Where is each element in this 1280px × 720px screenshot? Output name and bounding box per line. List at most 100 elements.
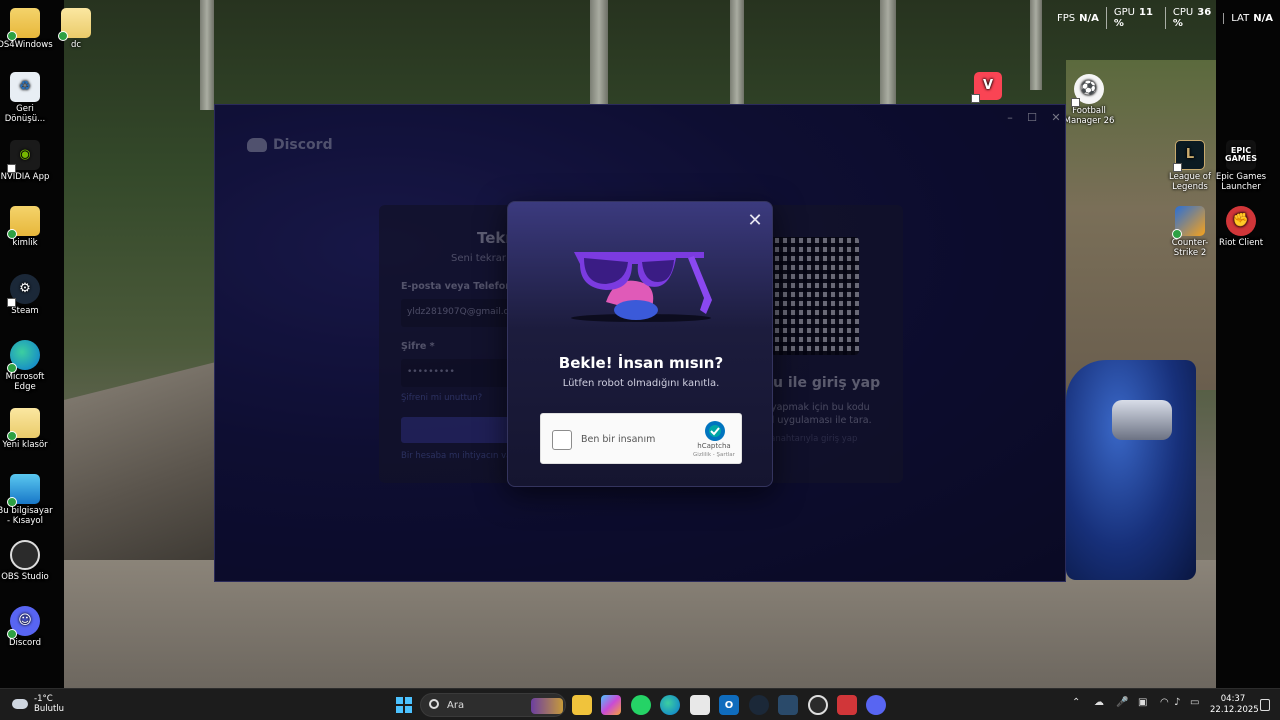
riot-icon[interactable] <box>837 695 857 715</box>
clock-time: 04:37 <box>1220 694 1246 704</box>
search-box[interactable]: Ara <box>420 693 566 717</box>
desktop-icon-label: OBS Studio <box>1 572 49 582</box>
desktop-icon-discord[interactable]: ☺ Discord <box>0 606 53 648</box>
desktop-icon-valorant[interactable]: V <box>960 72 1016 103</box>
nvidia-icon: ◉ <box>7 140 40 173</box>
wallpaper-tree <box>880 0 896 120</box>
store-icon[interactable] <box>690 695 710 715</box>
counter-strike-icon <box>1172 206 1205 239</box>
stat-label: CPU <box>1172 7 1194 18</box>
copilot-icon[interactable] <box>601 695 621 715</box>
fps-stat: FPS N/A <box>1050 13 1106 24</box>
desktop-icon-label: Counter-Strike 2 <box>1171 238 1209 258</box>
desktop-icon-edge[interactable]: Microsoft Edge <box>0 340 53 392</box>
obs-icon[interactable] <box>808 695 828 715</box>
close-modal-button[interactable]: ✕ <box>744 210 766 232</box>
weather-desc: Bulutlu <box>34 704 65 714</box>
football-manager-icon: ⚽ <box>1071 74 1104 107</box>
stat-value: N/A <box>1253 12 1273 24</box>
wallpaper-tree <box>730 0 744 120</box>
network-app-icon[interactable] <box>778 695 798 715</box>
privacy-terms-link[interactable]: Gizlilik - Şartlar <box>689 452 739 458</box>
checkbox-label: Ben bir insanım <box>581 434 656 445</box>
folder-icon <box>7 8 40 41</box>
steam-icon: ⚙ <box>7 274 40 307</box>
desktop-icon-label: Football Manager 26 <box>1063 106 1115 126</box>
desktop-icon-label: Yeni klasör <box>2 440 48 450</box>
desktop-icon-league[interactable]: L League of Legends <box>1162 140 1218 192</box>
desktop-icon-ds4windows[interactable]: DS4Windows <box>0 8 53 50</box>
taskbar: -1°C Bulutlu Ara O ⌃ ☁ 🎤 ▣ ◠ ♪ ▭ 04:37 2… <box>0 688 1280 720</box>
desktop-icon-label: Bu bilgisayar - Kısayol <box>0 506 53 526</box>
desktop-icon-label: Epic Games Launcher <box>1215 172 1267 192</box>
stat-label: FPS <box>1057 12 1076 24</box>
outlook-icon[interactable]: O <box>719 695 739 715</box>
riot-icon: ✊ <box>1226 206 1256 236</box>
clock-date: 22.12.2025 <box>1210 705 1259 715</box>
stat-label: GPU <box>1113 7 1136 18</box>
whatsapp-icon[interactable] <box>631 695 651 715</box>
file-explorer-icon[interactable] <box>572 695 592 715</box>
discord-icon: ☺ <box>7 606 40 639</box>
desktop-icon-counter-strike[interactable]: Counter-Strike 2 <box>1162 206 1218 258</box>
start-button[interactable] <box>396 697 412 713</box>
wallpaper-stone-wall <box>64 360 224 560</box>
tray-app-icon[interactable]: ▣ <box>1138 697 1147 708</box>
performance-overlay: FPS N/A GPU 11 % CPU 36 % LAT N/A <box>1050 7 1280 29</box>
wallpaper-tree <box>590 0 608 120</box>
folder-icon <box>58 8 91 41</box>
search-placeholder: Ara <box>447 700 465 711</box>
desktop-icon-nvidia-app[interactable]: ◉ NVIDIA App <box>0 140 53 182</box>
desktop-icon-steam[interactable]: ⚙ Steam <box>0 274 53 316</box>
notification-icon[interactable] <box>1260 699 1270 711</box>
desktop-icon-label: kimlik <box>12 238 38 248</box>
desktop-icon-recycle-bin[interactable]: ♻ Geri Dönüşü... <box>0 72 53 124</box>
modal-subtitle: Lütfen robot olmadığını kanıtla. <box>562 378 720 389</box>
weather-text: -1°C Bulutlu <box>34 694 64 714</box>
captcha-modal: ✕ Bekle! İnsan mısın? Lütfen robot olmad… <box>507 201 773 487</box>
sunglasses-illustration <box>571 252 712 322</box>
desktop-icon-yeni-klasor[interactable]: Yeni klasör <box>0 408 53 450</box>
obs-icon <box>10 540 40 570</box>
tray-cloud-icon[interactable]: ☁ <box>1094 697 1104 708</box>
hcaptcha-brand: hCaptcha <box>697 442 731 450</box>
volume-icon[interactable]: ♪ <box>1174 697 1180 708</box>
clock[interactable]: 04:37 22.12.2025 <box>1210 694 1259 716</box>
desktop-icon-this-pc[interactable]: Bu bilgisayar - Kısayol <box>0 474 53 526</box>
wallpaper-car-light <box>1112 400 1172 440</box>
edge-icon <box>7 340 40 373</box>
wallpaper-tree <box>200 0 214 110</box>
weather-widget[interactable]: -1°C Bulutlu <box>12 694 64 714</box>
desktop-icon-label: Microsoft Edge <box>5 372 45 392</box>
desktop-icon-obs[interactable]: OBS Studio <box>0 540 53 582</box>
desktop-icon-epic-games[interactable]: EPIC GAMES Epic Games Launcher <box>1213 140 1269 192</box>
search-icon <box>429 699 439 709</box>
discord-icon[interactable] <box>866 695 886 715</box>
wifi-icon[interactable]: ◠ <box>1160 697 1169 708</box>
folder-icon <box>7 408 40 441</box>
desktop-icon-label: Riot Client <box>1218 238 1264 248</box>
hcaptcha-logo-icon <box>705 421 725 441</box>
lat-stat: LAT N/A <box>1223 12 1280 24</box>
desktop-icon-football-manager[interactable]: ⚽ Football Manager 26 <box>1061 74 1117 126</box>
steam-icon[interactable] <box>749 695 769 715</box>
search-highlight-image <box>531 698 563 714</box>
wallpaper-tree <box>1030 0 1042 90</box>
battery-icon[interactable]: ▭ <box>1190 697 1199 708</box>
hcaptcha-widget: Ben bir insanım hCaptcha Gizlilik - Şart… <box>540 413 742 464</box>
microphone-icon[interactable]: 🎤 <box>1116 697 1128 708</box>
weather-temp: -1°C <box>34 694 53 704</box>
desktop-icon-dc[interactable]: dc <box>48 8 104 50</box>
desktop-icon-riot-client[interactable]: ✊ Riot Client <box>1213 206 1269 248</box>
tray-overflow-icon[interactable]: ⌃ <box>1072 697 1080 708</box>
cpu-stat: CPU 36 % <box>1164 7 1223 29</box>
desktop-icon-kimlik[interactable]: kimlik <box>0 206 53 248</box>
cloud-icon <box>12 699 28 709</box>
modal-title: Bekle! İnsan mısın? <box>558 354 724 372</box>
epic-logo-text: EPIC GAMES <box>1225 146 1257 163</box>
human-checkbox[interactable] <box>552 430 572 450</box>
desktop-icon-label: Discord <box>9 638 41 648</box>
desktop-icon-label: NVIDIA App <box>0 172 50 182</box>
edge-icon[interactable] <box>660 695 680 715</box>
desktop-icon-label: dc <box>70 40 82 50</box>
